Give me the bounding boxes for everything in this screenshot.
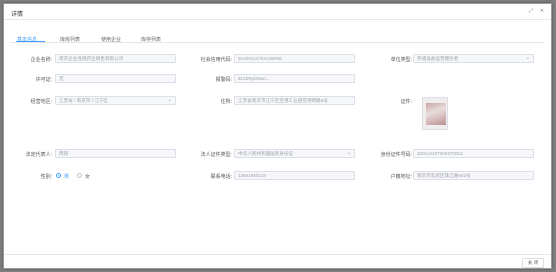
address-field[interactable]: 江苏省南京市江宁区空港工业园空港明路5号: [234, 96, 355, 105]
phone-label: 联系电话:: [210, 174, 232, 180]
unit-type-select[interactable]: 存储设备运营服务者 ⌄: [413, 54, 534, 63]
certificate-label: 证件:: [400, 99, 412, 105]
expand-icon[interactable]: ⤢: [528, 8, 534, 15]
unit-type-label: 单位类型:: [390, 57, 412, 63]
tab-using-companies[interactable]: 使用企业: [101, 36, 121, 43]
detail-dialog: 详情 ⤢ ✕ 基本信息 库房列表 使用企业 库存列表 企业名称: 南京企业连锁药…: [3, 3, 552, 269]
address-label: 住所:: [220, 99, 232, 105]
unit-type-value: 存储设备运营服务者: [417, 56, 459, 61]
region-label: 经营地区:: [30, 99, 52, 105]
region-select[interactable]: 江苏省 / 南京市 / 江宁区 ⌄: [55, 96, 176, 105]
credit-code-label: 社会信用代码:: [200, 57, 232, 63]
dialog-title: 详情: [11, 12, 24, 18]
id-no-label: 身份证件号码:: [380, 152, 412, 158]
id-no-field[interactable]: 320114197306270012: [413, 149, 534, 158]
chevron-down-icon: ⌄: [167, 97, 172, 103]
household-field[interactable]: 南京市玄武区珠江路662号: [413, 171, 534, 180]
id-type-label: 法人证件类型:: [200, 152, 232, 158]
footer-divider: [4, 254, 551, 255]
close-icon[interactable]: ✕: [539, 8, 545, 15]
region-value: 江苏省 / 南京市 / 江宁区: [59, 98, 109, 103]
tab-inventory-list[interactable]: 库存列表: [141, 36, 161, 43]
id-type-value: 中华人民共和国居民身份证: [238, 151, 294, 156]
gender-female-label: 女: [85, 174, 91, 180]
gender-label: 性别:: [40, 174, 52, 180]
tab-bar: 基本信息 库房列表 使用企业 库存列表: [10, 31, 545, 43]
certificate-image[interactable]: [422, 97, 448, 130]
chevron-down-icon: ⌄: [346, 150, 351, 156]
license-label: 许可证:: [35, 77, 52, 83]
close-button[interactable]: 关 闭: [522, 258, 544, 268]
gender-male-radio[interactable]: [56, 173, 61, 178]
gender-male-label: 男: [64, 174, 70, 180]
record-no-field[interactable]: 9122RpbWan...: [234, 74, 355, 83]
record-no-label: 报警码:: [215, 77, 232, 83]
legal-rep-field[interactable]: 周铭: [55, 149, 176, 158]
phone-field[interactable]: 13851860118: [234, 171, 355, 180]
legal-rep-label: 法定代表人:: [25, 152, 52, 158]
license-field[interactable]: 无: [55, 74, 176, 83]
household-label: 户籍地址:: [390, 174, 412, 180]
id-type-select[interactable]: 中华人民共和国居民身份证 ⌄: [234, 149, 355, 158]
gender-female-radio[interactable]: [77, 173, 82, 178]
company-name-field[interactable]: 南京企业连锁药业销售有限公司: [55, 54, 176, 63]
certificate-thumbnail: [426, 103, 446, 125]
active-tab-indicator: [16, 41, 45, 42]
chevron-down-icon: ⌄: [525, 55, 530, 61]
tab-warehouse-list[interactable]: 库房列表: [60, 36, 80, 43]
company-name-label: 企业名称:: [30, 57, 52, 63]
dialog-titlebar: 详情 ⤢ ✕: [4, 4, 551, 20]
credit-code-field[interactable]: 91320114762128R66: [234, 54, 355, 63]
